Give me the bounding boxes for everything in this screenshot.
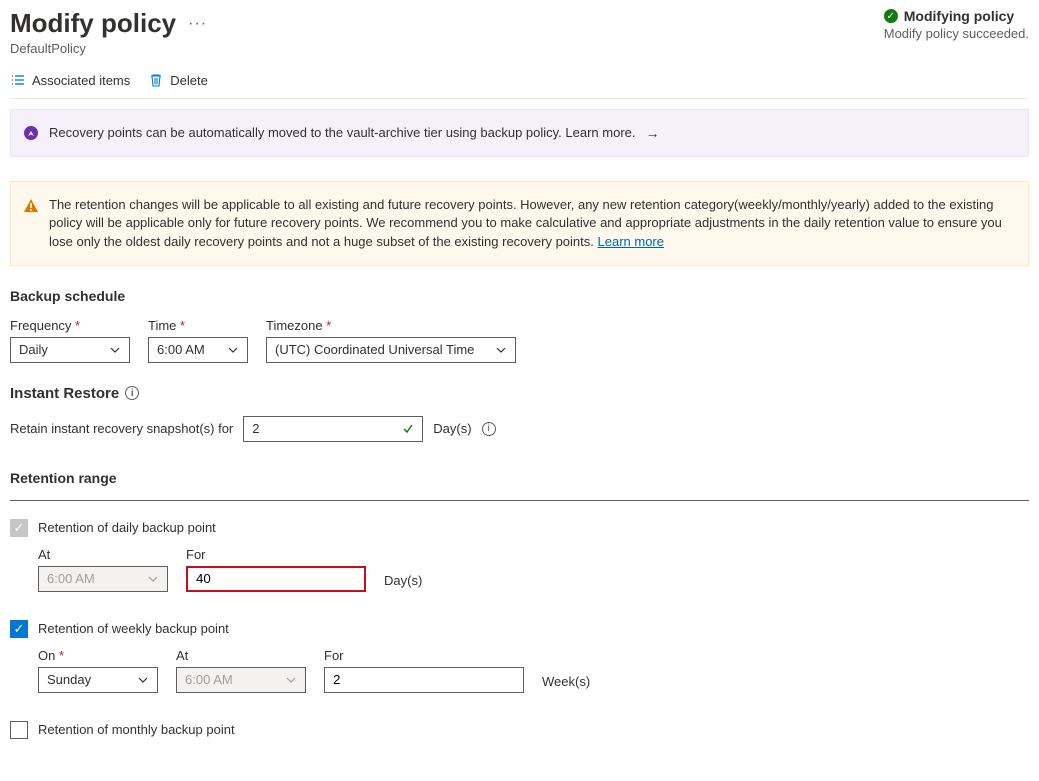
warning-icon (23, 198, 39, 214)
weekly-on-label: On * (38, 648, 158, 663)
associated-items-button[interactable]: Associated items (10, 72, 130, 88)
daily-at-select: 6:00 AM (38, 566, 168, 592)
success-icon: ✓ (884, 9, 898, 23)
instant-restore-unit: Day(s) (433, 421, 471, 436)
delete-label: Delete (170, 73, 208, 88)
list-icon (10, 72, 26, 88)
trash-icon (148, 72, 164, 88)
daily-for-label: For (186, 547, 366, 562)
timezone-label: Timezone * (266, 318, 516, 333)
chevron-down-icon (227, 344, 239, 356)
weekly-on-select[interactable]: Sunday (38, 667, 158, 693)
chevron-down-icon (147, 573, 159, 585)
daily-for-input[interactable] (186, 566, 366, 592)
info-banner: Recovery points can be automatically mov… (10, 109, 1029, 157)
backup-schedule-heading: Backup schedule (10, 288, 1029, 304)
timezone-select[interactable]: (UTC) Coordinated Universal Time (266, 337, 516, 363)
warning-banner: The retention changes will be applicable… (10, 181, 1029, 266)
daily-retention-label: Retention of daily backup point (38, 520, 216, 535)
chevron-down-icon (285, 674, 297, 686)
instant-restore-heading: Instant Restore i (10, 385, 1029, 402)
instant-restore-label: Retain instant recovery snapshot(s) for (10, 421, 233, 436)
daily-at-label: At (38, 547, 168, 562)
weekly-retention-checkbox[interactable]: ✓ (10, 620, 28, 638)
weekly-unit: Week(s) (542, 674, 590, 693)
weekly-at-select: 6:00 AM (176, 667, 306, 693)
chevron-down-icon (495, 344, 507, 356)
info-icon[interactable]: i (482, 422, 496, 436)
monthly-retention-checkbox[interactable] (10, 721, 28, 739)
warning-banner-text: The retention changes will be applicable… (49, 196, 1016, 251)
page-title: Modify policy (10, 8, 176, 39)
page-subtitle: DefaultPolicy (10, 41, 207, 56)
more-icon[interactable]: ··· (188, 15, 207, 33)
frequency-label: Frequency * (10, 318, 130, 333)
compass-icon (23, 125, 39, 141)
monthly-retention-label: Retention of monthly backup point (38, 722, 235, 737)
frequency-select[interactable]: Daily (10, 337, 130, 363)
daily-unit: Day(s) (384, 573, 422, 592)
retention-range-heading: Retention range (10, 470, 1029, 486)
check-icon (402, 423, 414, 435)
daily-retention-checkbox[interactable]: ✓ (10, 519, 28, 537)
arrow-right-icon[interactable]: → (646, 125, 660, 141)
time-select[interactable]: 6:00 AM (148, 337, 248, 363)
delete-button[interactable]: Delete (148, 72, 208, 88)
associated-items-label: Associated items (32, 73, 130, 88)
time-label: Time * (148, 318, 248, 333)
status-subtitle: Modify policy succeeded. (884, 26, 1029, 41)
learn-more-link[interactable]: Learn more (598, 234, 664, 249)
weekly-for-input[interactable] (324, 667, 524, 693)
weekly-retention-label: Retention of weekly backup point (38, 621, 229, 636)
chevron-down-icon (109, 344, 121, 356)
status-title: Modifying policy (904, 8, 1014, 24)
info-banner-text: Recovery points can be automatically mov… (49, 124, 636, 142)
weekly-at-label: At (176, 648, 306, 663)
instant-restore-select[interactable]: 2 (243, 416, 423, 442)
info-icon[interactable]: i (125, 386, 139, 400)
weekly-for-label: For (324, 648, 524, 663)
chevron-down-icon (137, 674, 149, 686)
